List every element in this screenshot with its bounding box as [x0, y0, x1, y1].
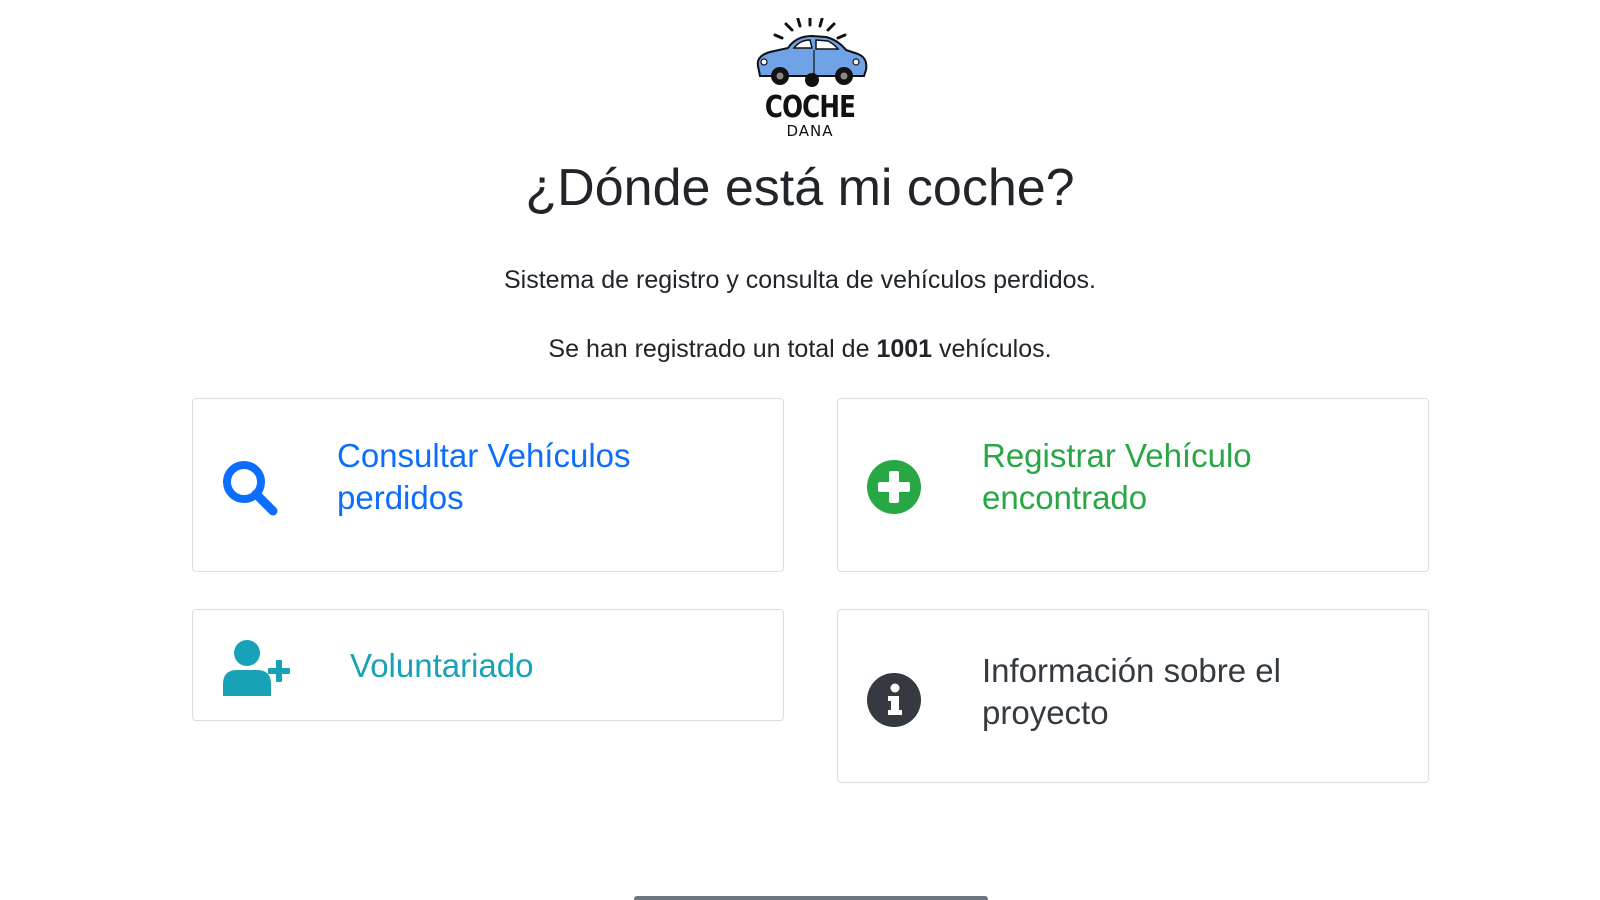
logo-wordmark: COCHE [764, 90, 856, 125]
registrar-vehiculo-label: Registrar Vehículo encontrado [982, 437, 1252, 516]
registrar-vehiculo-card[interactable]: Registrar Vehículo encontrado [837, 398, 1429, 572]
car-logo-icon [756, 18, 868, 87]
info-circle-icon [866, 672, 922, 733]
consultar-vehiculos-card[interactable]: Consultar Vehículos perdidos [192, 398, 784, 572]
page-title: ¿Dónde está mi coche? [525, 159, 1075, 217]
logo: COCHE DANA [740, 18, 880, 140]
count-value: 1001 [876, 335, 933, 363]
consultar-vehiculos-label: Consultar Vehículos perdidos [337, 437, 631, 516]
bottom-scroll-bar[interactable] [634, 896, 988, 900]
count-suffix: vehículos. [939, 335, 1052, 363]
count-prefix: Se han registrado un total de [548, 335, 870, 363]
user-plus-icon [221, 640, 295, 701]
page-subtitle: Sistema de registro y consulta de vehícu… [504, 266, 1096, 294]
logo-subtext: DANA [786, 122, 834, 140]
plus-circle-icon [866, 459, 922, 520]
search-icon [221, 459, 279, 522]
voluntariado-card[interactable]: Voluntariado [192, 609, 784, 721]
informacion-proyecto-label: Información sobre el proyecto [982, 652, 1281, 731]
informacion-proyecto-card[interactable]: Información sobre el proyecto [837, 609, 1429, 783]
voluntariado-label: Voluntariado [350, 647, 534, 684]
registered-count: Se han registrado un total de 1001 vehíc… [0, 335, 1600, 364]
